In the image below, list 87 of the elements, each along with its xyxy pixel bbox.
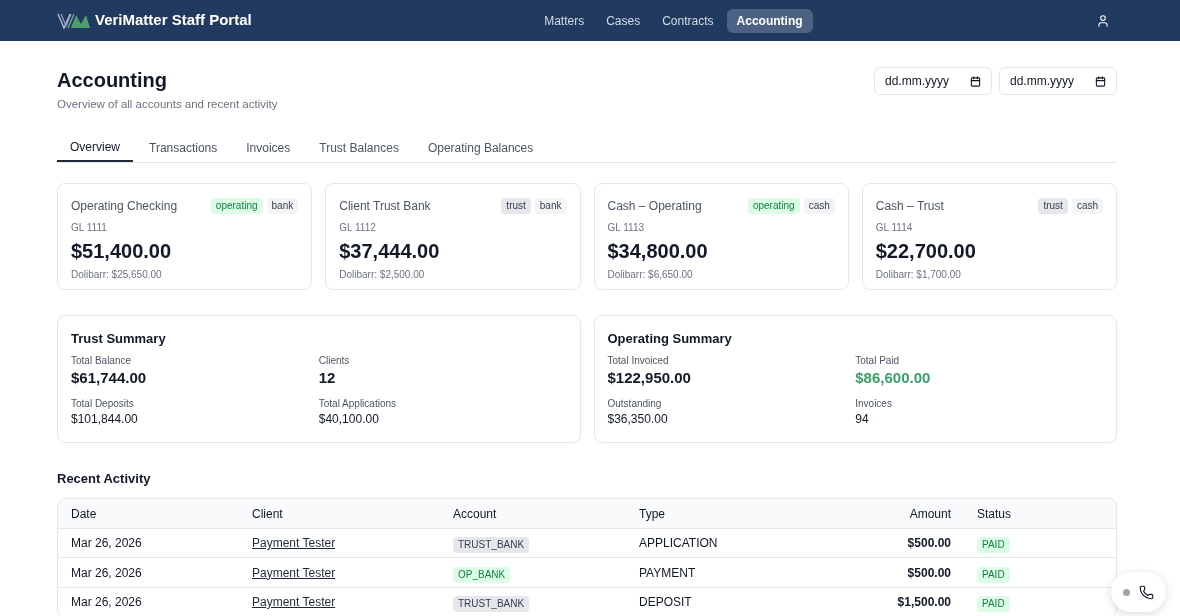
account-tag: trust: [1038, 198, 1068, 215]
dolibarr-balance: Dolibarr: $1,700.00: [875, 268, 962, 283]
call-widget[interactable]: [1111, 572, 1166, 612]
account-tag: trust: [501, 198, 531, 215]
account-name: Operating Checking: [71, 198, 178, 216]
stat-value: $122,950.00: [607, 368, 691, 389]
account-tag: OP_BANK: [453, 566, 511, 583]
brand-name: VeriMatter Staff Portal: [95, 10, 252, 31]
stat-value: $101,844.00: [71, 411, 138, 428]
nav-link[interactable]: Matters: [535, 8, 594, 33]
table-cell: PAYMENT: [626, 557, 801, 588]
column-header: Type: [626, 499, 801, 529]
column-header: Date: [58, 499, 239, 529]
stat-value: $36,350.00: [607, 411, 668, 428]
tab[interactable]: Invoices: [233, 134, 304, 163]
table-cell: $1,500.00: [801, 587, 964, 616]
dolibarr-balance: Dolibarr: $6,650.00: [607, 268, 694, 283]
tab[interactable]: Trust Balances: [306, 134, 412, 163]
stat-label: Total Paid: [855, 354, 900, 368]
gl-code: GL 1114: [875, 221, 914, 236]
account-balance: $22,700.00: [875, 239, 977, 264]
stat-value: $40,100.00: [318, 411, 379, 428]
tab[interactable]: Operating Balances: [414, 134, 547, 163]
summary-title: Operating Summary: [607, 330, 733, 349]
calendar-icon[interactable]: [970, 75, 981, 87]
nav-link[interactable]: Contracts: [653, 8, 723, 33]
calendar-icon[interactable]: [1095, 75, 1106, 87]
date-field[interactable]: dd.mm.yyyy: [874, 67, 992, 95]
account-tag: bank: [266, 198, 299, 215]
table-cell: Mar 26, 2026: [58, 587, 239, 616]
column-header: Client: [239, 499, 440, 529]
table-cell: $500.00: [801, 528, 964, 558]
dolibarr-balance: Dolibarr: $25,650.00: [71, 268, 163, 283]
logo-icon: [57, 11, 91, 30]
account-tag: TRUST_BANK: [453, 596, 530, 613]
client-link[interactable]: Payment Tester: [252, 536, 336, 550]
stat-label: Total Deposits: [71, 397, 134, 411]
date-field[interactable]: dd.mm.yyyy: [999, 67, 1117, 95]
table-cell: Mar 26, 2026: [58, 528, 239, 558]
stat-value: 12: [318, 368, 336, 389]
table-cell: DEPOSIT: [626, 587, 801, 616]
account-tag: TRUST_BANK: [453, 537, 530, 553]
client-link[interactable]: Payment Tester: [252, 595, 336, 610]
column-header: Status: [964, 499, 1116, 529]
account-tag: cash: [1071, 198, 1103, 215]
summary-title: Trust Summary: [71, 330, 167, 349]
stat-value: $86,600.00: [855, 368, 931, 389]
nav-link[interactable]: Accounting: [726, 8, 813, 33]
status-tag: PAID: [977, 537, 1010, 553]
status-tag: PAID: [977, 596, 1010, 613]
stat-label: Total Applications: [318, 397, 397, 411]
page-subtitle: Overview of all accounts and recent activity: [57, 97, 278, 112]
table-cell: $500.00: [801, 557, 964, 588]
stat-label: Total Invoiced: [607, 354, 669, 368]
phone-icon: [1139, 584, 1154, 600]
page-title: Accounting: [57, 68, 168, 93]
account-name: Cash – Trust: [875, 198, 944, 216]
stat-label: Outstanding: [607, 397, 662, 411]
account-tag: operating: [210, 198, 263, 215]
gl-code: GL 1112: [339, 221, 377, 236]
tab[interactable]: Transactions: [136, 134, 231, 163]
account-tag: cash: [803, 198, 835, 215]
account-name: Client Trust Bank: [339, 198, 431, 216]
tab[interactable]: Overview: [57, 134, 133, 163]
account-balance: $34,800.00: [607, 239, 709, 264]
status-tag: PAID: [977, 566, 1010, 583]
section-title: Recent Activity: [57, 470, 152, 489]
table-cell: Mar 26, 2026: [58, 557, 239, 588]
account-name: Cash – Operating: [607, 198, 702, 216]
table-cell: APPLICATION: [626, 528, 801, 558]
stat-label: Clients: [318, 354, 350, 368]
client-link[interactable]: Payment Tester: [252, 565, 336, 580]
account-tag: operating: [747, 198, 800, 215]
account-balance: $51,400.00: [71, 239, 173, 264]
account-balance: $37,444.00: [339, 239, 441, 264]
stat-label: Invoices: [855, 397, 892, 411]
stat-label: Total Balance: [71, 354, 132, 368]
nav-link[interactable]: Cases: [597, 8, 650, 33]
user-icon[interactable]: [1096, 13, 1110, 28]
column-header: Amount: [801, 499, 964, 529]
column-header: Account: [440, 499, 626, 529]
gl-code: GL 1111: [71, 221, 108, 236]
dolibarr-balance: Dolibarr: $2,500.00: [339, 268, 426, 283]
account-tag: bank: [534, 198, 567, 215]
stat-value: 94: [855, 411, 869, 428]
stat-value: $61,744.00: [71, 368, 147, 389]
gl-code: GL 1113: [607, 221, 645, 236]
